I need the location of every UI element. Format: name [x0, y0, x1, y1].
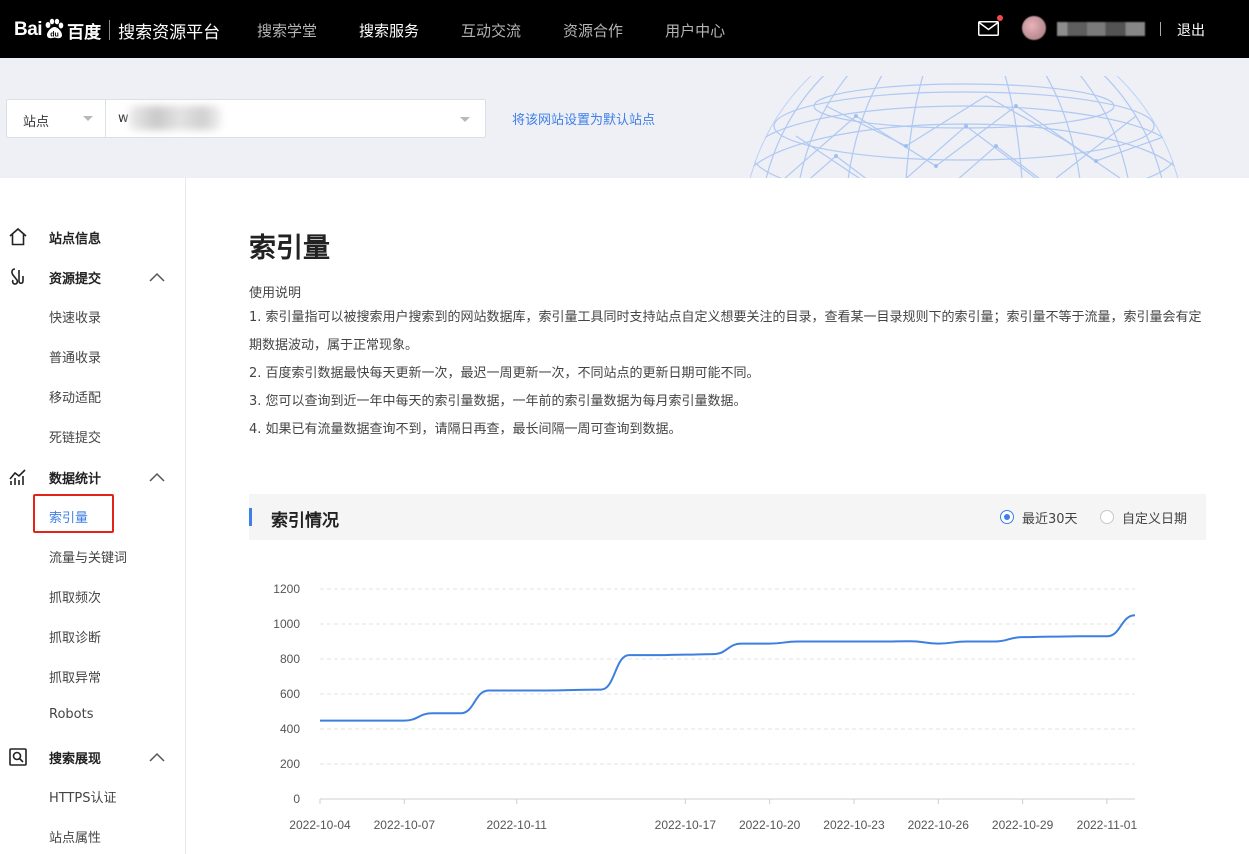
x-tick-label: 2022-10-23 [823, 818, 885, 832]
page-title: 索引量 [249, 233, 330, 264]
sidebar-group-label: 数据统计 [49, 472, 102, 487]
nav-item-services[interactable]: 搜索服务 [338, 0, 440, 58]
sidebar-group-site-info[interactable]: 站点信息 [0, 224, 185, 250]
svg-text:du: du [50, 32, 59, 39]
stats-icon [9, 469, 26, 485]
sidebar-item-traffic-keywords[interactable]: 流量与关键词 [49, 547, 127, 566]
y-tick-label: 600 [280, 687, 300, 701]
chevron-up-icon[interactable] [149, 272, 165, 282]
x-tick-label: 2022-10-26 [908, 818, 970, 832]
range-label-last-30-days[interactable]: 最近30天 [1022, 508, 1078, 527]
sidebar: 站点信息 资源提交 快速收录 普通收录 移动适配 死链提交 数据统计 索引量 流… [0, 178, 186, 854]
x-tick-label: 2022-10-07 [374, 818, 436, 832]
y-tick-label: 800 [280, 652, 300, 666]
sidebar-item-robots[interactable]: Robots [49, 707, 93, 722]
logo-cn-text: 百度 [67, 22, 102, 43]
logo-divider [109, 20, 111, 40]
range-label-custom-date[interactable]: 自定义日期 [1122, 508, 1187, 527]
logo-bai-text: Bai [14, 19, 43, 40]
platform-name: 搜索资源平台 [118, 22, 221, 43]
sidebar-group-search-display[interactable]: 搜索展现 [0, 744, 185, 770]
x-tick-label: 2022-10-17 [655, 818, 717, 832]
home-icon [9, 227, 27, 246]
range-radio-last-30-days[interactable] [1000, 510, 1014, 524]
panel-title: 索引情况 [271, 511, 339, 531]
site-chevron-down-icon[interactable] [460, 117, 470, 122]
site-selector[interactable]: 站点 w [6, 99, 486, 138]
baidu-paw-icon: du [43, 18, 65, 40]
x-tick-label: 2022-10-04 [289, 818, 351, 832]
sidebar-group-label: 站点信息 [49, 232, 102, 247]
y-tick-label: 0 [293, 792, 300, 806]
site-select-divider [105, 100, 106, 137]
sidebar-item-normal-index[interactable]: 普通收录 [49, 347, 101, 366]
usage-title: 使用说明 [249, 286, 302, 301]
sidebar-item-crawl-diagnosis[interactable]: 抓取诊断 [49, 627, 101, 646]
sidebar-item-https[interactable]: HTTPS认证 [49, 787, 117, 806]
x-tick-label: 2022-10-11 [486, 818, 547, 832]
index-volume-series-line [319, 614, 1136, 722]
globe-decoration [742, 76, 1186, 178]
sidebar-group-data-stats[interactable]: 数据统计 [0, 464, 185, 490]
chevron-up-icon[interactable] [149, 752, 165, 762]
sidebar-group-resource-submit[interactable]: 资源提交 [0, 264, 185, 290]
sidebar-item-fast-index[interactable]: 快速收录 [49, 307, 101, 326]
nav-item-cooperation[interactable]: 资源合作 [542, 0, 644, 58]
nav-item-school[interactable]: 搜索学堂 [236, 0, 338, 58]
header-divider [1160, 22, 1161, 36]
nav-item-user-center[interactable]: 用户中心 [644, 0, 746, 58]
sidebar-item-crawl-frequency[interactable]: 抓取频次 [49, 587, 101, 606]
site-value-redacted [129, 106, 221, 130]
panel-accent-bar [249, 508, 252, 526]
chevron-up-icon[interactable] [149, 472, 165, 482]
logout-link[interactable]: 退出 [1177, 20, 1205, 40]
sidebar-group-label: 搜索展现 [49, 752, 102, 767]
avatar[interactable] [1022, 16, 1046, 40]
x-tick-label: 2022-10-20 [739, 818, 801, 832]
index-status-panel-header: 索引情况 最近30天 自定义日期 [249, 494, 1206, 540]
usage-line-1: 1. 索引量指可以被搜索用户搜索到的网站数据库，索引量工具同时支持站点自定义想要… [249, 310, 1202, 353]
nav-item-community[interactable]: 互动交流 [440, 0, 542, 58]
sidebar-item-dead-link[interactable]: 死链提交 [49, 427, 101, 446]
search-display-icon [9, 748, 27, 766]
sidebar-item-crawl-errors[interactable]: 抓取异常 [49, 667, 101, 686]
mail-icon[interactable] [978, 21, 999, 36]
site-type-label: 站点 [23, 115, 50, 130]
y-tick-label: 200 [280, 757, 300, 771]
usage-line-4: 4. 如果已有流量数据查询不到，请隔日再查，最长间隔一周可查询到数据。 [249, 422, 682, 437]
usage-line-2: 2. 百度索引数据最快每天更新一次，最迟一周更新一次，不同站点的更新日期可能不同… [249, 366, 760, 381]
baidu-logo[interactable]: Bai du 百度 搜索资源平台 [14, 14, 220, 46]
sidebar-group-label: 资源提交 [49, 272, 102, 287]
range-radio-custom-date[interactable] [1100, 510, 1114, 524]
site-bar: 站点 w 将该网站设置为默认站点 [0, 58, 1249, 178]
sidebar-item-site-attributes[interactable]: 站点属性 [49, 827, 101, 846]
y-tick-label: 1200 [273, 582, 300, 596]
x-tick-label: 2022-11-01 [1077, 818, 1138, 832]
sidebar-item-index-volume[interactable]: 索引量 [49, 507, 88, 526]
top-navbar: Bai du 百度 搜索资源平台 搜索学堂 搜索服务 互动交流 资源合作 用户中… [0, 0, 1249, 58]
y-tick-label: 1000 [273, 617, 300, 631]
index-volume-chart: 0 200 400 600 800 1000 1200 2022-10-04 2022-10-0… [273, 582, 1138, 832]
set-default-site-link[interactable]: 将该网站设置为默认站点 [512, 109, 655, 128]
site-type-chevron-down-icon[interactable] [83, 116, 93, 121]
unread-dot [997, 15, 1003, 21]
site-value: w [118, 111, 129, 126]
sidebar-item-mobile-adapt[interactable]: 移动适配 [49, 387, 101, 406]
main-nav: 搜索学堂 搜索服务 互动交流 资源合作 用户中心 [236, 0, 746, 58]
username-redacted[interactable] [1057, 22, 1145, 36]
x-tick-label: 2022-10-29 [992, 818, 1054, 832]
usage-line-3: 3. 您可以查询到近一年中每天的索引量数据，一年前的索引量数据为每月索引量数据。 [249, 394, 747, 409]
y-tick-label: 400 [280, 722, 300, 736]
submit-icon [11, 268, 24, 285]
